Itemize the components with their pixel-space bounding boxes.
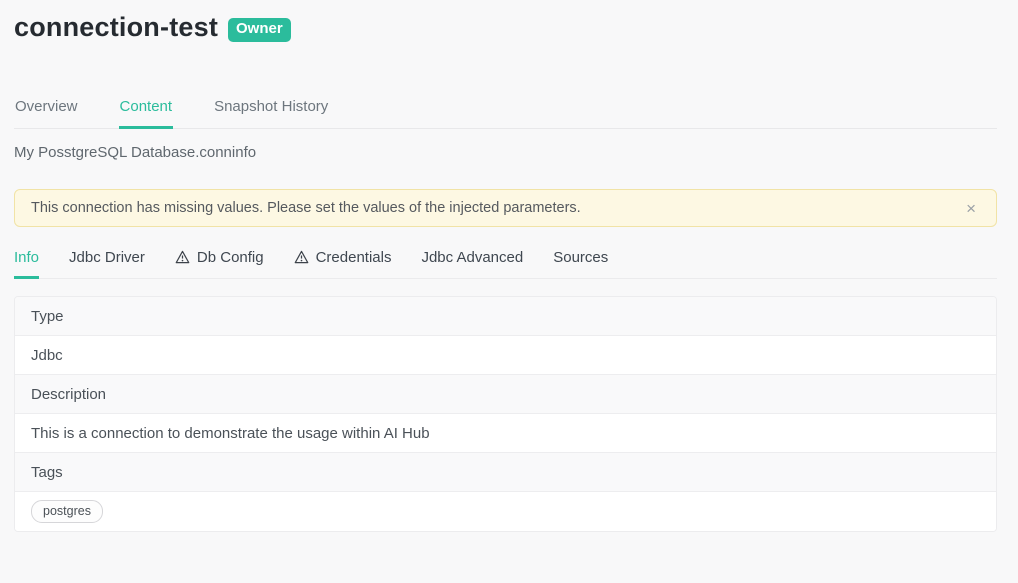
tag-chip-postgres: postgres [31, 500, 103, 523]
subtab-sources[interactable]: Sources [553, 241, 608, 278]
connection-detail-page: connection-test Owner Overview Content S… [0, 0, 1018, 583]
tab-overview[interactable]: Overview [14, 89, 79, 128]
table-row-type-label: Type [15, 297, 996, 336]
subtab-db-config-label: Db Config [197, 249, 264, 266]
connection-file-name: My PosstgreSQL Database.conninfo [14, 144, 997, 161]
alert-message: This connection has missing values. Plea… [31, 200, 962, 216]
subtab-credentials-label: Credentials [316, 249, 392, 266]
subtab-info[interactable]: Info [14, 241, 39, 278]
subtab-info-label: Info [14, 249, 39, 266]
info-table: Type Jdbc Description This is a connecti… [14, 296, 997, 532]
table-row-description-value: This is a connection to demonstrate the … [15, 414, 996, 453]
warning-triangle-icon [294, 250, 309, 264]
subtab-credentials[interactable]: Credentials [294, 241, 392, 278]
subtab-jdbc-advanced[interactable]: Jdbc Advanced [421, 241, 523, 278]
owner-badge: Owner [228, 18, 291, 42]
subtab-db-config[interactable]: Db Config [175, 241, 264, 278]
sub-tab-bar: Info Jdbc Driver Db Config [14, 241, 997, 279]
tab-content[interactable]: Content [119, 89, 174, 128]
subtab-jdbc-driver[interactable]: Jdbc Driver [69, 241, 145, 278]
table-row-description-label: Description [15, 375, 996, 414]
table-row-type-value: Jdbc [15, 336, 996, 375]
table-row-tags-label: Tags [15, 453, 996, 492]
subtab-sources-label: Sources [553, 249, 608, 266]
subtab-jdbc-advanced-label: Jdbc Advanced [421, 249, 523, 266]
warning-triangle-icon [175, 250, 190, 264]
missing-values-alert: This connection has missing values. Plea… [14, 189, 997, 227]
subtab-jdbc-driver-label: Jdbc Driver [69, 249, 145, 266]
close-icon[interactable]: × [962, 200, 980, 217]
table-row-tags-value: postgres [15, 492, 996, 531]
page-header: connection-test Owner [0, 0, 1018, 43]
tab-snapshot-history[interactable]: Snapshot History [213, 89, 329, 128]
main-tab-bar: Overview Content Snapshot History [14, 89, 997, 129]
page-title: connection-test [14, 12, 218, 43]
